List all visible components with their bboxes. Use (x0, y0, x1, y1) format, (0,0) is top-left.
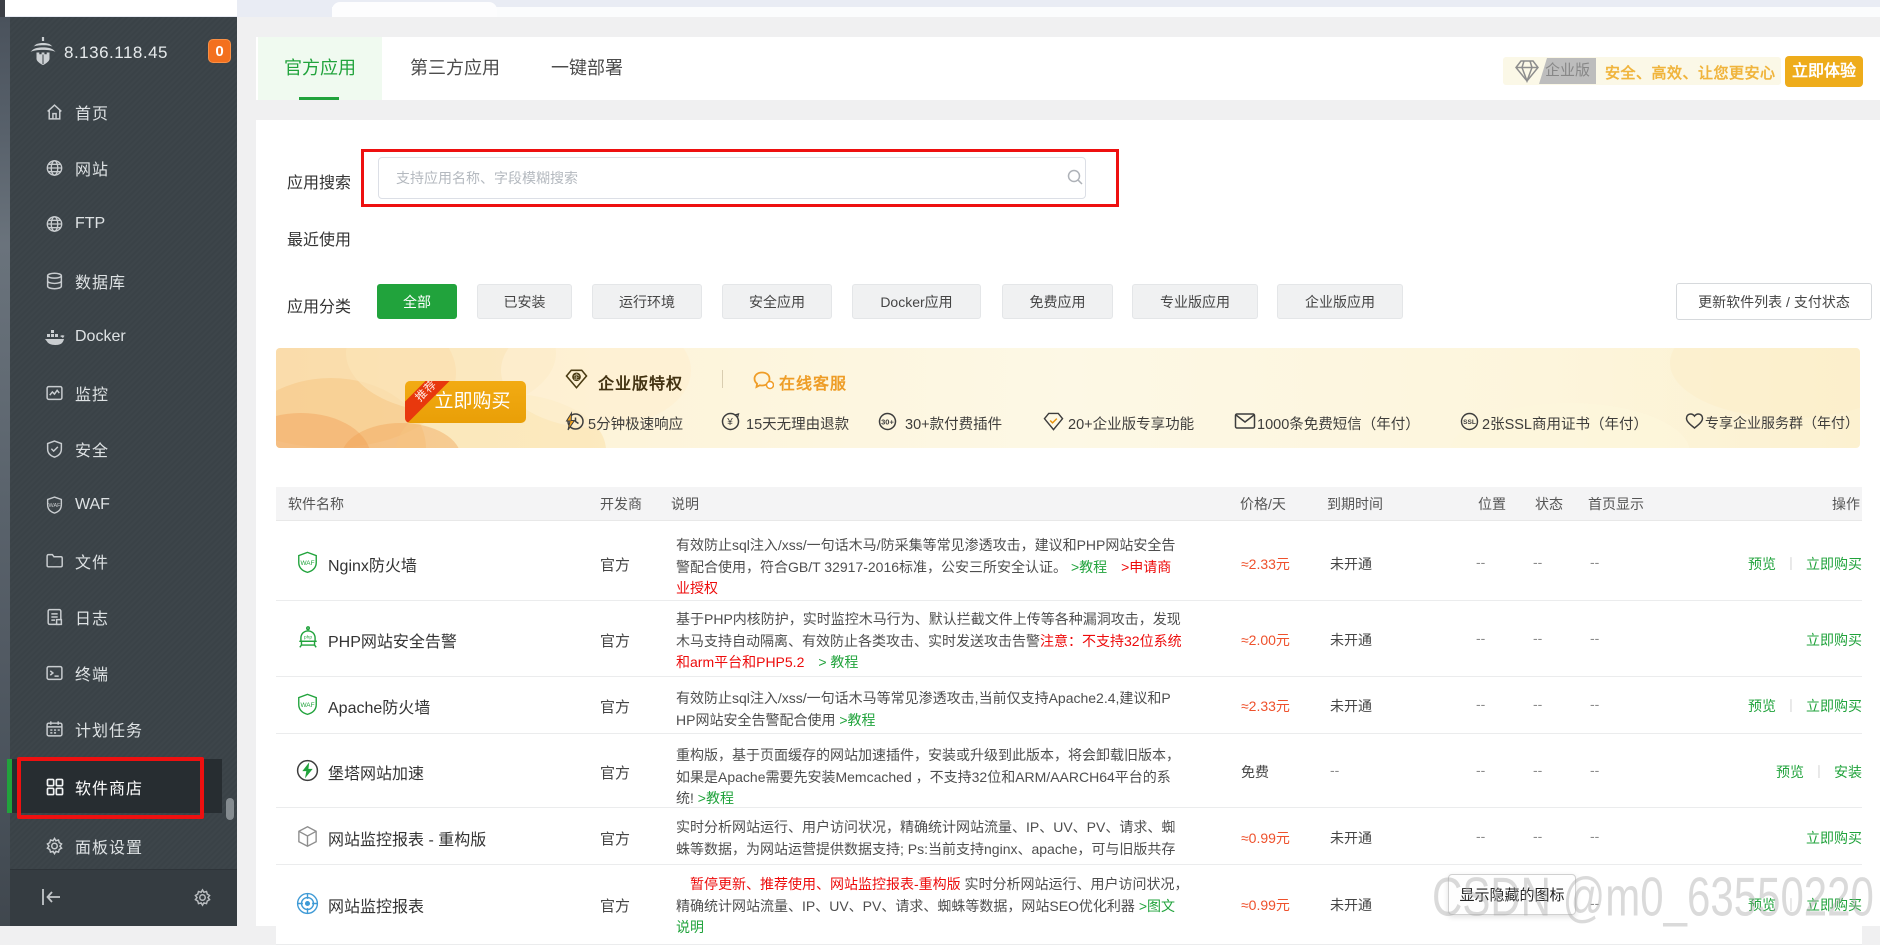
svg-text:企: 企 (573, 373, 579, 381)
svg-text:30+: 30+ (881, 418, 894, 427)
svg-text:WAF: WAF (300, 702, 314, 709)
svg-text:php: php (304, 635, 312, 641)
svg-text:WAF: WAF (300, 560, 314, 567)
svg-text:WAF: WAF (49, 503, 62, 509)
svg-text:SSL: SSL (1463, 419, 1476, 426)
svg-text:¥: ¥ (726, 417, 733, 428)
